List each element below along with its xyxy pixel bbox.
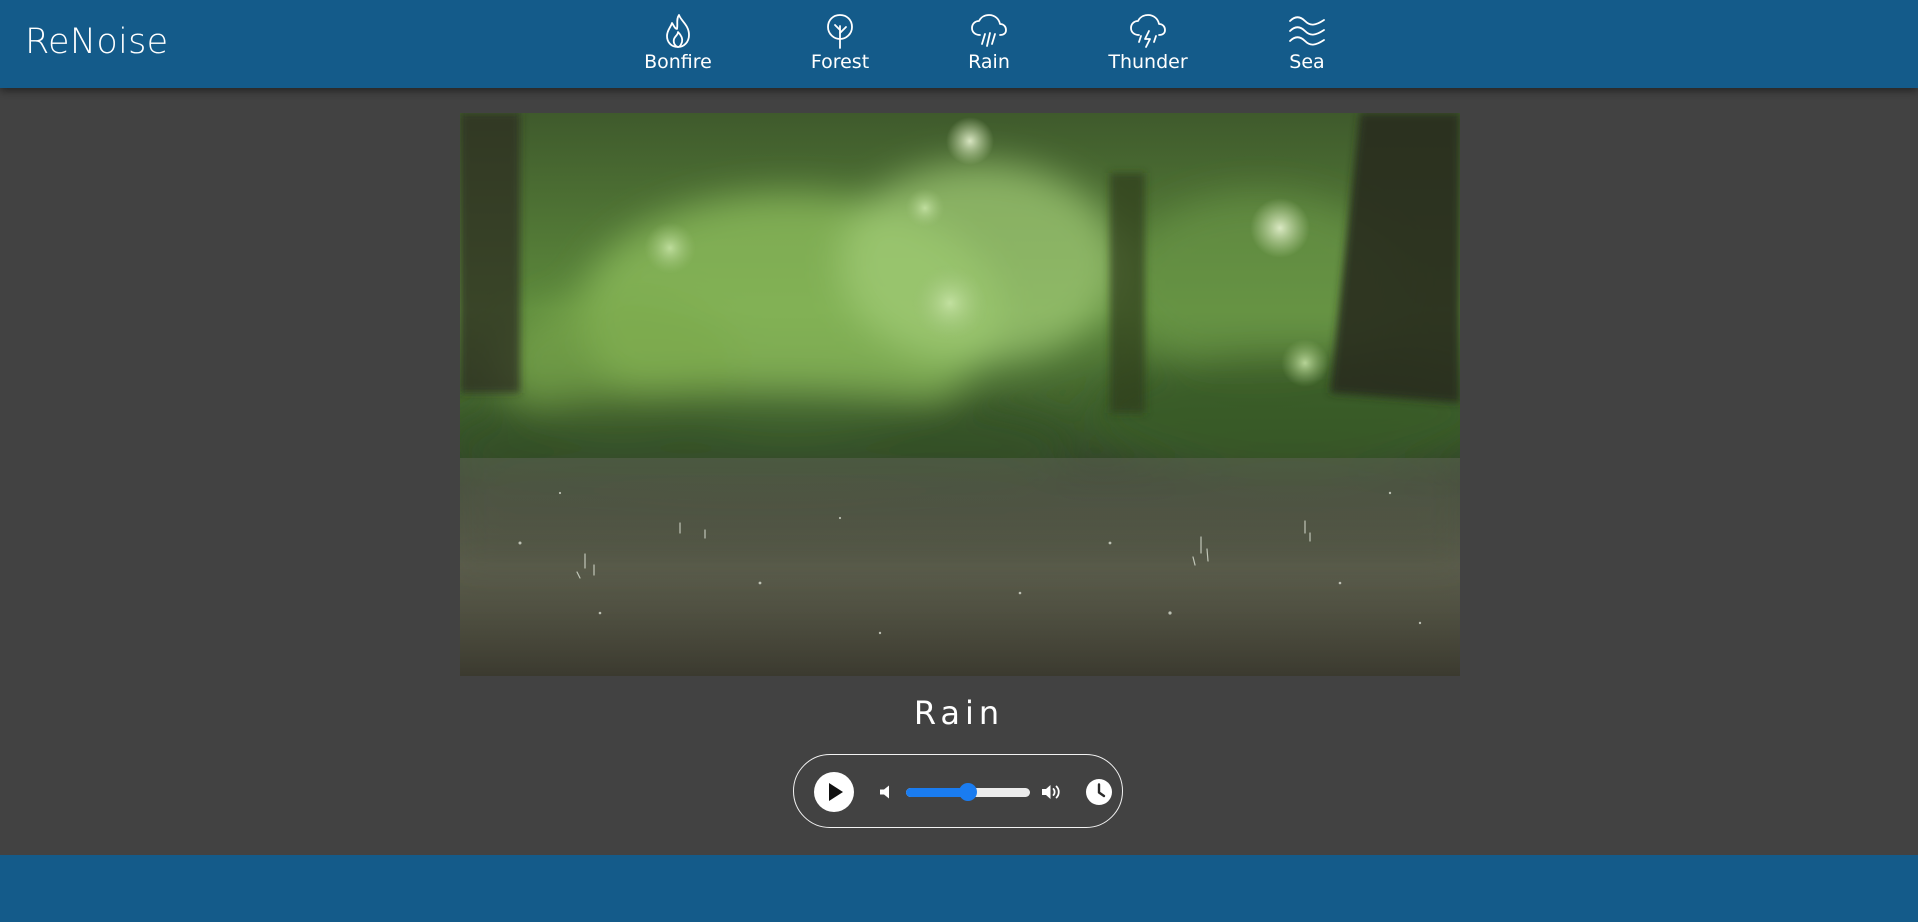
timer-icon[interactable]: [1085, 778, 1113, 806]
audio-player: [793, 754, 1123, 828]
volume-slider[interactable]: [906, 781, 1030, 803]
waves-icon: [1289, 16, 1325, 46]
nav-label-thunder: Thunder: [1108, 51, 1188, 73]
nav-item-bonfire[interactable]: Bonfire: [623, 12, 733, 78]
rain-scene-image: [460, 113, 1460, 676]
tree-icon: [827, 14, 853, 49]
play-icon: [829, 783, 843, 801]
rain-cloud-icon: [971, 14, 1007, 47]
fire-icon: [666, 14, 690, 48]
volume-high-icon[interactable]: [1041, 782, 1063, 802]
brand-logo[interactable]: ReNoise: [25, 22, 168, 62]
play-button[interactable]: [814, 772, 854, 812]
nav-label-bonfire: Bonfire: [644, 51, 712, 73]
nav-item-sea[interactable]: Sea: [1252, 12, 1362, 78]
nav-item-forest[interactable]: Forest: [785, 12, 895, 78]
top-navbar: ReNoise Bonfire Forest Rain Thunder Sea: [0, 0, 1918, 88]
volume-low-icon[interactable]: [878, 783, 896, 801]
ambient-video[interactable]: [460, 113, 1460, 676]
track-title: Rain: [913, 694, 1005, 732]
page-footer: [0, 855, 1918, 922]
nav-label-sea: Sea: [1289, 51, 1325, 73]
thunder-cloud-icon: [1130, 14, 1166, 48]
nav-item-thunder[interactable]: Thunder: [1093, 12, 1203, 78]
nav-label-forest: Forest: [810, 51, 870, 73]
nav-item-rain[interactable]: Rain: [934, 12, 1044, 78]
volume-thumb[interactable]: [959, 783, 977, 801]
nav-label-rain: Rain: [968, 51, 1010, 73]
